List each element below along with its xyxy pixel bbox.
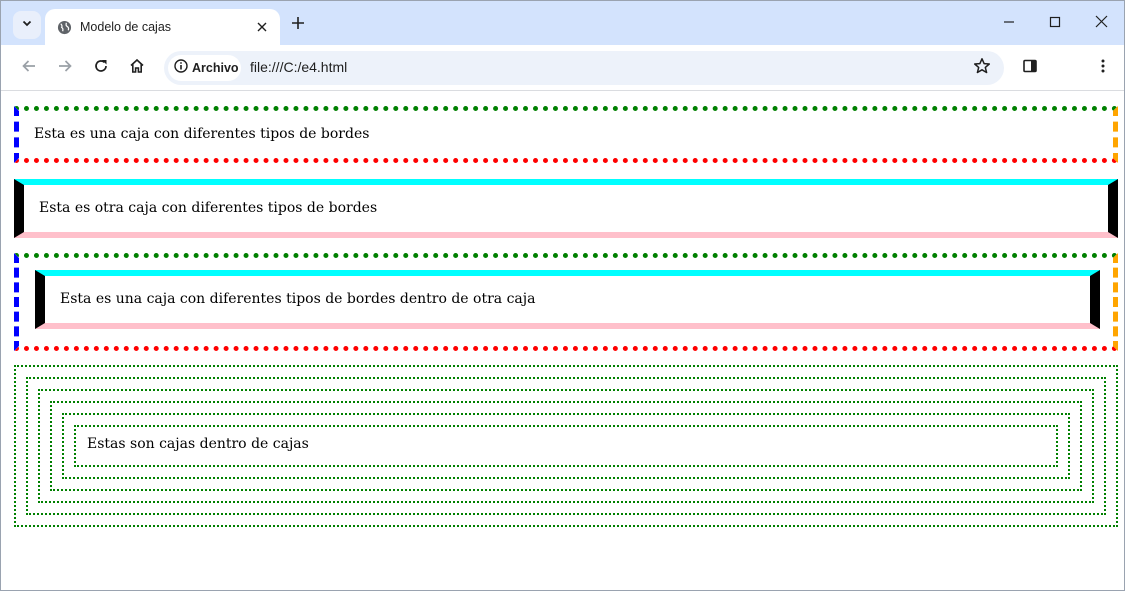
page-content: Esta es una caja con diferentes tipos de… (1, 92, 1124, 590)
bordered-box-2: Esta es otra caja con diferentes tipos d… (14, 179, 1118, 238)
star-icon (973, 57, 991, 80)
back-button[interactable] (15, 54, 43, 82)
minimize-icon (1003, 15, 1015, 33)
bordered-box-1: Esta es una caja con diferentes tipos de… (14, 106, 1118, 163)
close-window-button[interactable] (1086, 11, 1116, 37)
box-2-text: Esta es otra caja con diferentes tipos d… (39, 200, 378, 216)
address-bar[interactable]: Archivo file:///C:/e4.html (164, 51, 1004, 85)
minimize-button[interactable] (994, 11, 1024, 37)
globe-icon (56, 19, 72, 35)
outer-bordered-box: Esta es una caja con diferentes tipos de… (14, 253, 1118, 351)
close-icon (1095, 15, 1108, 33)
reload-button[interactable] (87, 54, 115, 82)
back-arrow-icon (21, 58, 37, 79)
forward-button[interactable] (51, 54, 79, 82)
forward-arrow-icon (57, 58, 73, 79)
maximize-icon (1049, 15, 1061, 33)
side-panel-button[interactable] (1016, 54, 1044, 82)
site-info-label: Archivo (192, 61, 239, 75)
site-info-chip[interactable]: Archivo (168, 55, 241, 81)
tab-title: Modelo de cajas (80, 20, 172, 34)
bookmark-button[interactable] (970, 56, 994, 80)
tab-strip: Modelo de cajas (1, 1, 1124, 45)
inner-bordered-box: Esta es una caja con diferentes tipos de… (35, 270, 1100, 329)
url-text[interactable]: file:///C:/e4.html (250, 59, 347, 75)
maximize-button[interactable] (1040, 11, 1070, 37)
nested-box-text: Estas son cajas dentro de cajas (87, 436, 309, 452)
home-icon (129, 58, 145, 79)
kebab-menu-icon (1095, 58, 1111, 79)
tab-search-button[interactable] (13, 11, 41, 39)
reload-icon (93, 58, 109, 79)
menu-button[interactable] (1089, 54, 1117, 82)
info-icon (174, 58, 188, 78)
home-button[interactable] (123, 54, 151, 82)
box-1-text: Esta es una caja con diferentes tipos de… (34, 126, 370, 142)
side-panel-icon (1022, 58, 1038, 79)
tab-active[interactable]: Modelo de cajas (45, 9, 280, 45)
close-icon[interactable] (252, 17, 272, 37)
new-tab-button[interactable] (287, 14, 309, 36)
plus-icon (291, 16, 305, 35)
inner-box-text: Esta es una caja con diferentes tipos de… (60, 291, 536, 307)
chevron-down-icon (21, 16, 33, 34)
nested-box-level-6: Estas son cajas dentro de cajas (74, 425, 1058, 467)
browser-toolbar: Archivo file:///C:/e4.html (1, 45, 1124, 91)
browser-window: Modelo de cajas Archivo file:///C:/e4.ht… (0, 0, 1125, 591)
